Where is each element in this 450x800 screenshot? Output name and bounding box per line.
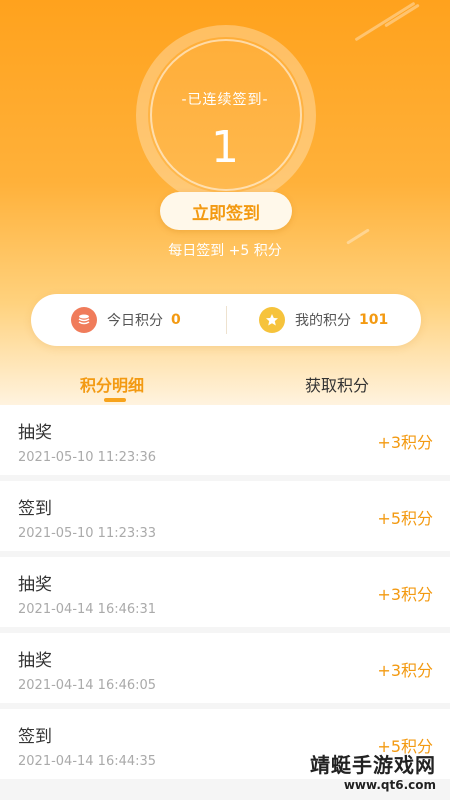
site-watermark: 靖蜓手游戏网 www.qt6.com xyxy=(310,749,436,792)
decor-streak xyxy=(354,1,416,42)
active-tab-indicator xyxy=(104,398,126,402)
record-title: 签到 xyxy=(18,499,52,519)
record-points: +5积分 xyxy=(377,509,433,528)
my-points-label: 我的积分 xyxy=(295,313,351,329)
record-title: 抽奖 xyxy=(18,651,52,671)
summary-divider xyxy=(226,306,227,334)
record-title: 抽奖 xyxy=(18,423,52,443)
coin-stack-icon xyxy=(71,307,97,333)
points-summary-card: 今日积分 0 我的积分 101 xyxy=(31,294,421,346)
star-icon xyxy=(259,307,285,333)
list-item: 签到 2021-05-10 11:23:33 +5积分 xyxy=(0,481,450,551)
streak-label: -已连续签到- xyxy=(181,92,269,108)
tab-points-details[interactable]: 积分明细 xyxy=(80,372,144,396)
today-points-value: 0 xyxy=(171,312,181,328)
record-points: +3积分 xyxy=(377,585,433,604)
record-title: 抽奖 xyxy=(18,575,52,595)
list-item: 抽奖 2021-05-10 11:23:36 +3积分 xyxy=(0,405,450,475)
record-points: +3积分 xyxy=(377,661,433,680)
streak-days: 1 xyxy=(211,122,239,173)
my-points: 我的积分 101 xyxy=(259,294,388,346)
record-time: 2021-05-10 11:23:33 xyxy=(18,526,157,541)
my-points-value: 101 xyxy=(359,312,389,328)
points-record-list: 抽奖 2021-05-10 11:23:36 +3积分 签到 2021-05-1… xyxy=(0,405,450,785)
daily-bonus-note: 每日签到 +5 积分 xyxy=(168,243,282,259)
today-points-label: 今日积分 xyxy=(107,313,163,329)
checkin-button[interactable]: 立即签到 xyxy=(160,192,292,230)
record-time: 2021-04-14 16:44:35 xyxy=(18,754,157,769)
tab-earn-points[interactable]: 获取积分 xyxy=(305,372,369,396)
watermark-url: www.qt6.com xyxy=(343,778,436,792)
today-points: 今日积分 0 xyxy=(71,294,181,346)
list-item: 抽奖 2021-04-14 16:46:31 +3积分 xyxy=(0,557,450,627)
record-time: 2021-04-14 16:46:31 xyxy=(18,602,157,617)
watermark-text: 靖蜓手游戏网 xyxy=(310,753,436,777)
record-title: 签到 xyxy=(18,727,52,747)
tab-bar: 积分明细 获取积分 xyxy=(0,360,450,404)
record-time: 2021-04-14 16:46:05 xyxy=(18,678,157,693)
record-time: 2021-05-10 11:23:36 xyxy=(18,450,157,465)
list-item: 抽奖 2021-04-14 16:46:05 +3积分 xyxy=(0,633,450,703)
record-points: +3积分 xyxy=(377,433,433,452)
